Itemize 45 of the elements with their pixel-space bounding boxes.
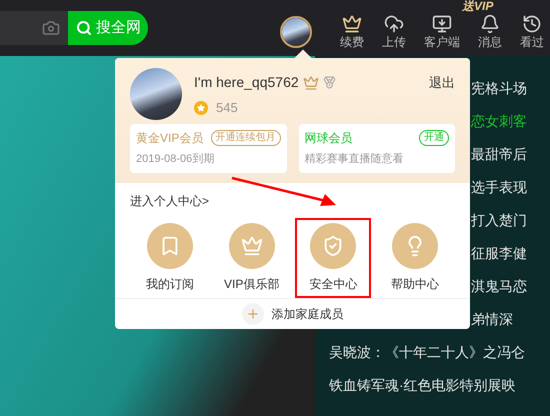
search-icon bbox=[76, 20, 92, 36]
list-link[interactable]: 最甜帝后 bbox=[471, 144, 527, 165]
plus-icon bbox=[246, 307, 260, 321]
bell-icon bbox=[480, 14, 500, 34]
monitor-download-icon bbox=[432, 14, 452, 34]
shortcut-button[interactable]: 我的订阅 bbox=[132, 218, 208, 298]
membership-note: 精彩赛事直播随意看 bbox=[304, 152, 404, 167]
crown-icon bbox=[302, 74, 319, 90]
personal-center-link[interactable]: 进入个人中心> bbox=[130, 192, 210, 210]
shortcut-button[interactable]: 帮助中心 bbox=[376, 218, 453, 298]
nav-button[interactable]: 看过 bbox=[518, 14, 546, 50]
avatar-photo bbox=[130, 68, 182, 120]
user-name: I'm here_qq5762 bbox=[194, 73, 299, 92]
history-icon bbox=[522, 14, 542, 34]
nav-button[interactable]: 上传 bbox=[380, 14, 408, 50]
points-count: 545 bbox=[216, 99, 238, 117]
coin-icon bbox=[194, 100, 208, 115]
list-link[interactable]: 淇鬼马恋 bbox=[471, 276, 527, 297]
crown-icon bbox=[342, 14, 362, 34]
nav-button[interactable]: 客户端 bbox=[422, 14, 462, 50]
list-link[interactable]: 打入楚门 bbox=[471, 210, 527, 231]
list-link[interactable]: 恋女刺客 bbox=[471, 111, 527, 132]
shortcut-button[interactable]: VIP俱乐部 bbox=[214, 218, 290, 298]
list-link[interactable]: 选手表现 bbox=[471, 177, 527, 198]
list-link[interactable]: 征服李健 bbox=[471, 243, 527, 264]
membership-note: 2019-08-06到期 bbox=[136, 152, 216, 167]
search-field[interactable] bbox=[0, 11, 68, 45]
logout-link[interactable]: 退出 bbox=[429, 72, 455, 92]
nav-button[interactable]: 消息 bbox=[476, 14, 504, 50]
camera-icon[interactable] bbox=[42, 19, 60, 37]
membership-title: 网球会员 bbox=[304, 130, 352, 147]
shortcut-button[interactable]: 安全中心 bbox=[295, 218, 372, 298]
add-family-button[interactable]: 添加家庭成员 bbox=[242, 303, 344, 325]
cloud-upload-icon bbox=[384, 14, 404, 34]
membership-title: 黄金VIP会员 bbox=[136, 130, 204, 147]
promo-label: 送VIP bbox=[462, 0, 494, 12]
list-link[interactable]: 吴晓波：《十年二十人》之冯仑 bbox=[329, 342, 525, 363]
avatar-photo bbox=[282, 18, 310, 46]
medal-icon bbox=[322, 76, 336, 89]
nav-button[interactable]: 续费 bbox=[338, 14, 366, 50]
list-link[interactable]: 宪格斗场 bbox=[471, 78, 527, 99]
list-link[interactable]: 铁血铸军魂·红色电影特别展映 bbox=[329, 375, 516, 396]
list-link[interactable]: 弟情深 bbox=[471, 309, 513, 330]
shield-check-icon bbox=[322, 234, 344, 256]
crown-icon bbox=[240, 234, 263, 256]
